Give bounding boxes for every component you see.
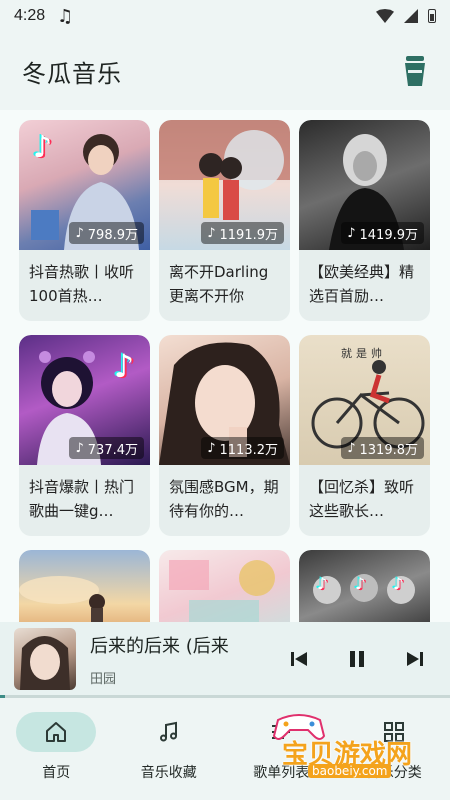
playlist-cover: ♪ ♪ 737.4万 bbox=[19, 335, 150, 465]
playlist-grid: ♪ ♪ 798.9万 抖音热歌丨收听100首热… ♪ 1191.9万 离不开Da… bbox=[19, 120, 430, 622]
playlist-card[interactable]: ♪ ♪ 737.4万 抖音爆款丨热门歌曲一键g… bbox=[19, 335, 150, 536]
now-playing-title: 后来的后来 (后来 bbox=[90, 635, 229, 657]
play-count: 798.9万 bbox=[87, 227, 138, 243]
playlist-card[interactable]: ♪ ♪ ♪ bbox=[299, 550, 430, 622]
playlist-cover: ♪ 1419.9万 bbox=[299, 120, 430, 250]
play-count: 1319.8万 bbox=[359, 442, 419, 458]
play-count-icon: ♪ bbox=[347, 440, 356, 456]
playlist-title: 离不开Darling 更离不开你 bbox=[169, 263, 269, 305]
play-count-badge: ♪ 1191.9万 bbox=[201, 222, 284, 244]
playlist-card[interactable]: ♪ 1113.2万 氛围感BGM，期待有你的… bbox=[159, 335, 290, 536]
playlist-cover: ♪ ♪ ♪ bbox=[299, 550, 430, 622]
play-count-icon: ♪ bbox=[75, 225, 84, 241]
playlist-grid-area[interactable]: ♪ ♪ 798.9万 抖音热歌丨收听100首热… ♪ 1191.9万 离不开Da… bbox=[0, 110, 450, 622]
nav-item-playlists[interactable]: 歌单列表 bbox=[225, 698, 338, 800]
nav-item-categories[interactable]: 音乐分类 bbox=[338, 698, 450, 800]
playlist-title: 【欧美经典】精选百首励… bbox=[309, 263, 415, 305]
nav-item-home[interactable]: 首页 bbox=[0, 698, 113, 800]
playlist-card[interactable] bbox=[19, 550, 150, 622]
tiktok-logo-icon: ♪ bbox=[393, 574, 404, 593]
playlist-cover: 就是帅 ♪ 1319.8万 bbox=[299, 335, 430, 465]
playlist-card[interactable] bbox=[159, 550, 290, 622]
playlist-cover: ♪ ♪ 798.9万 bbox=[19, 120, 150, 250]
play-count-badge: ♪ 1419.9万 bbox=[341, 222, 424, 244]
player-controls bbox=[288, 648, 426, 670]
grid-icon bbox=[383, 722, 404, 742]
nav-label: 音乐收藏 bbox=[140, 765, 197, 781]
tiktok-logo-icon: ♪ bbox=[317, 574, 328, 593]
pause-icon[interactable] bbox=[346, 648, 368, 670]
mini-player[interactable]: 后来的后来 (后来 田园 bbox=[0, 622, 450, 696]
play-count-badge: ♪ 737.4万 bbox=[69, 437, 144, 459]
play-count: 1191.9万 bbox=[219, 227, 279, 243]
skip-previous-icon[interactable] bbox=[288, 648, 310, 670]
signal-icon bbox=[404, 9, 418, 23]
app-title: 冬瓜音乐 bbox=[22, 59, 122, 88]
playlist-cover bbox=[19, 550, 150, 622]
bottom-nav: 首页 音乐收藏 歌单列表 音乐分类 bbox=[0, 698, 450, 800]
music-note-icon bbox=[159, 721, 177, 742]
play-count-icon: ♪ bbox=[347, 225, 356, 241]
now-playing-info: 后来的后来 (后来 田园 bbox=[90, 632, 260, 687]
playlist-title: 抖音爆款丨热门歌曲一键g… bbox=[29, 478, 135, 520]
nav-label: 音乐分类 bbox=[365, 765, 422, 781]
play-count-badge: ♪ 1319.8万 bbox=[341, 437, 424, 459]
music-notification-icon: ♫ bbox=[57, 5, 74, 27]
playlist-card[interactable]: ♪ 1191.9万 离不开Darling 更离不开你 bbox=[159, 120, 290, 321]
app-header: 冬瓜音乐 bbox=[0, 32, 450, 110]
playlist-card[interactable]: ♪ 1419.9万 【欧美经典】精选百首励… bbox=[299, 120, 430, 321]
skip-next-icon[interactable] bbox=[404, 648, 426, 670]
nav-label: 首页 bbox=[42, 765, 71, 781]
nav-active-indicator bbox=[16, 712, 97, 752]
nav-label: 歌单列表 bbox=[253, 765, 310, 781]
playlist-title: 【回忆杀】致听这些歌长… bbox=[309, 478, 415, 520]
playlist-cover: ♪ 1191.9万 bbox=[159, 120, 290, 250]
playlist-card[interactable]: ♪ ♪ 798.9万 抖音热歌丨收听100首热… bbox=[19, 120, 150, 321]
playlist-cover: ♪ 1113.2万 bbox=[159, 335, 290, 465]
playlist-cover bbox=[159, 550, 290, 622]
nav-item-favorites[interactable]: 音乐收藏 bbox=[113, 698, 226, 800]
play-count: 1419.9万 bbox=[359, 227, 419, 243]
now-playing-cover[interactable] bbox=[14, 628, 76, 690]
playlist-title: 氛围感BGM，期待有你的… bbox=[169, 478, 279, 520]
cup-icon[interactable] bbox=[402, 54, 428, 88]
tiktok-logo-icon: ♪ bbox=[355, 574, 366, 593]
status-time: 4:28 bbox=[14, 7, 46, 24]
playlist-card[interactable]: 就是帅 ♪ 1319.8万 【回忆杀】致听这些歌长… bbox=[299, 335, 430, 536]
now-playing-artist: 田园 bbox=[90, 671, 117, 687]
play-count-icon: ♪ bbox=[75, 440, 84, 456]
playlist-title: 抖音热歌丨收听100首热… bbox=[29, 263, 135, 305]
battery-icon bbox=[428, 9, 436, 23]
play-count-badge: ♪ 1113.2万 bbox=[201, 437, 284, 459]
play-count-icon: ♪ bbox=[207, 440, 216, 456]
play-count-icon: ♪ bbox=[207, 225, 216, 241]
play-count-badge: ♪ 798.9万 bbox=[69, 222, 144, 244]
wifi-icon bbox=[376, 9, 394, 23]
play-count: 1113.2万 bbox=[219, 442, 279, 458]
status-bar: 4:28 ♫ bbox=[0, 0, 450, 32]
list-icon bbox=[272, 725, 291, 739]
play-count: 737.4万 bbox=[87, 442, 138, 458]
home-icon bbox=[46, 722, 67, 742]
